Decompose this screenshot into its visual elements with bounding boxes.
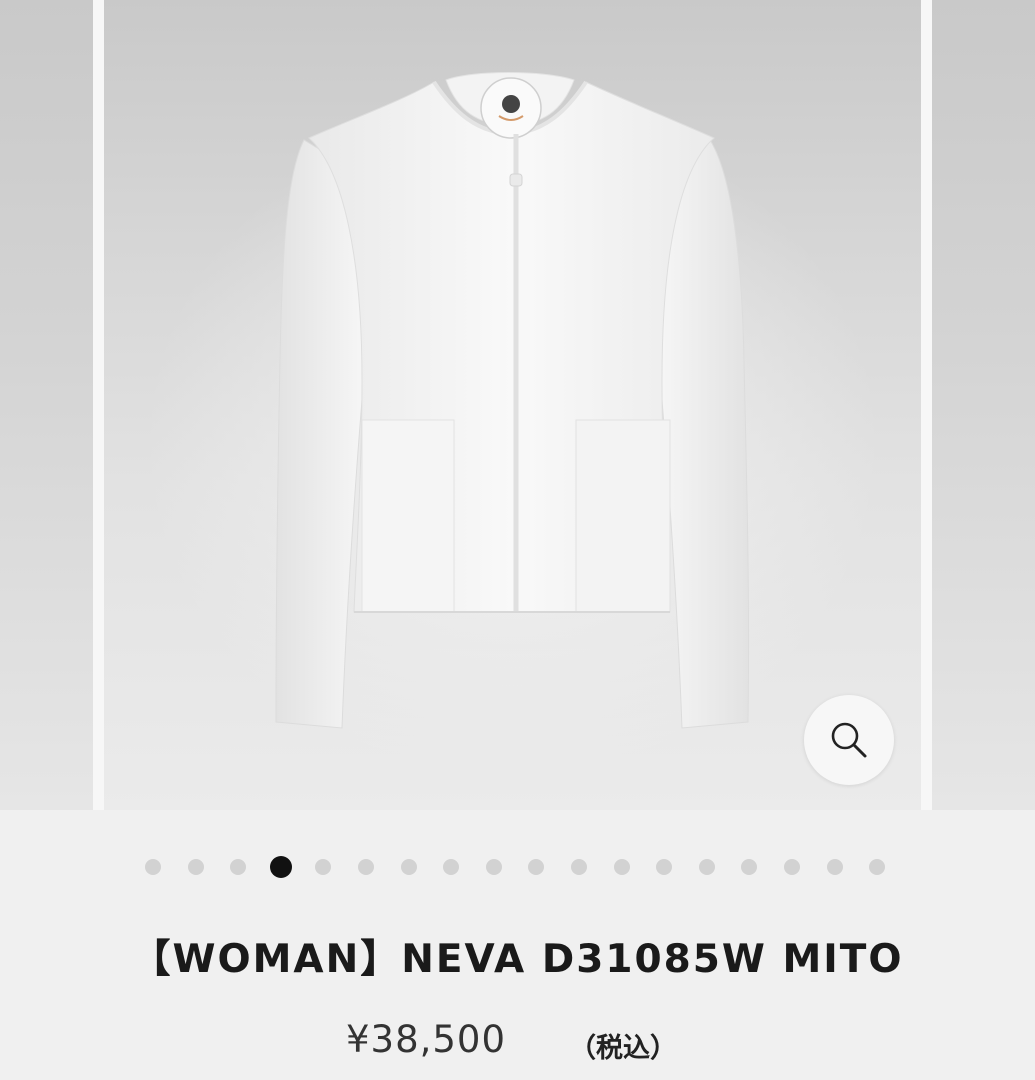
product-price: ¥38,500 bbox=[346, 1018, 507, 1061]
pagination-dot[interactable] bbox=[485, 859, 502, 875]
pagination-dot[interactable] bbox=[528, 859, 545, 875]
pagination-dot[interactable] bbox=[358, 859, 374, 875]
pagination-dot[interactable] bbox=[400, 859, 417, 875]
pagination-dot[interactable] bbox=[443, 859, 460, 875]
magnifier-icon bbox=[831, 722, 867, 758]
carousel-slide-next[interactable] bbox=[932, 0, 1035, 810]
pagination-dot[interactable] bbox=[187, 859, 204, 875]
carousel-pagination bbox=[0, 856, 1035, 878]
product-title: 【WOMAN】NEVA D31085W MITO bbox=[131, 937, 904, 982]
pagination-dot-active[interactable] bbox=[269, 856, 292, 878]
tax-included-note: （税込） bbox=[569, 1033, 677, 1064]
pagination-dot[interactable] bbox=[784, 859, 800, 875]
pagination-dot[interactable] bbox=[315, 859, 332, 875]
pagination-dot[interactable] bbox=[571, 859, 587, 875]
pagination-dot[interactable] bbox=[656, 859, 673, 875]
image-carousel[interactable] bbox=[0, 0, 1035, 810]
product-page: 【WOMAN】NEVA D31085W MITO ¥38,500 （税込） bbox=[0, 0, 1035, 1080]
pagination-dot[interactable] bbox=[698, 859, 715, 875]
pagination-dot[interactable] bbox=[741, 859, 758, 875]
product-image-jacket bbox=[275, 72, 750, 729]
pagination-dot[interactable] bbox=[145, 859, 161, 875]
pagination-dot[interactable] bbox=[613, 859, 630, 875]
carousel-slide-previous[interactable] bbox=[0, 0, 93, 810]
price-row: ¥38,500 （税込） bbox=[0, 1018, 1035, 1068]
carousel-slide-current[interactable] bbox=[104, 0, 921, 810]
zoom-button[interactable] bbox=[804, 695, 894, 785]
pagination-dot[interactable] bbox=[230, 859, 247, 875]
pagination-dot[interactable] bbox=[826, 859, 843, 875]
pagination-dot[interactable] bbox=[869, 859, 886, 875]
slide-gap bbox=[921, 0, 932, 810]
slide-gap bbox=[93, 0, 104, 810]
